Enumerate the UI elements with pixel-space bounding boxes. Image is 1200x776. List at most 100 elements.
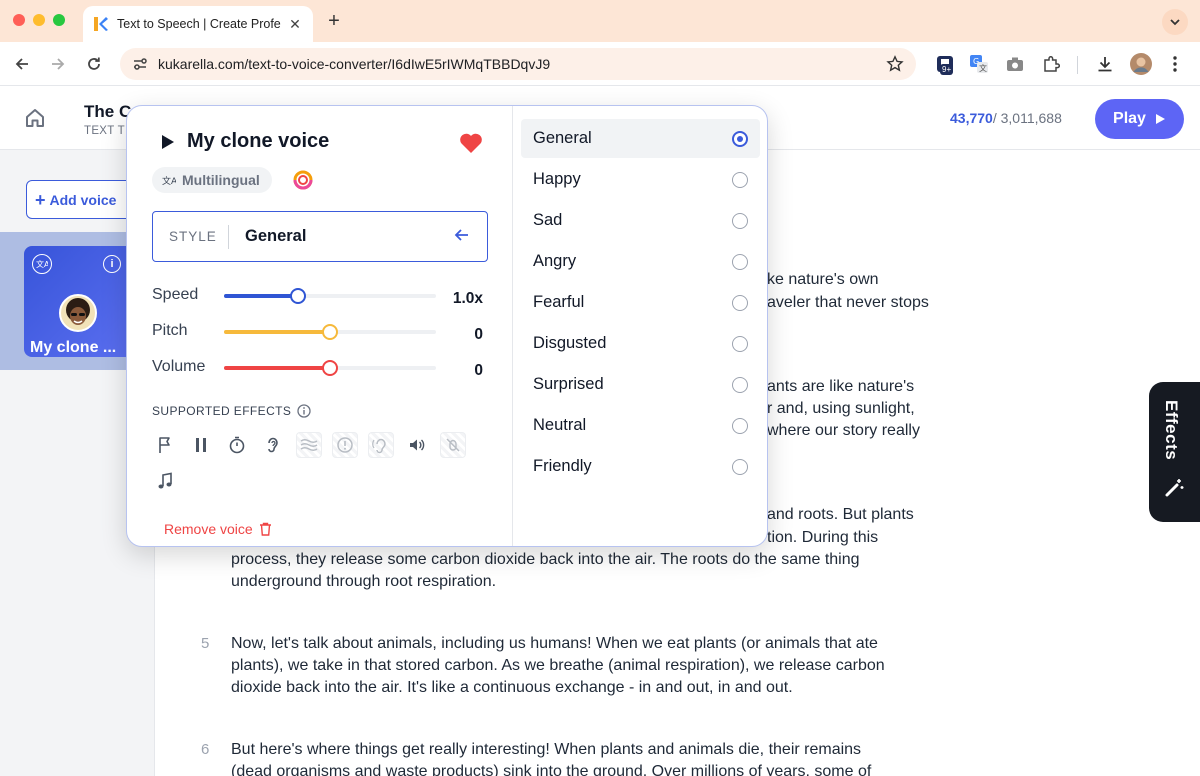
effects-panel-tab[interactable]: Effects: [1149, 382, 1200, 522]
timer-effect-icon[interactable]: [224, 432, 250, 458]
style-option-label: Sad: [533, 211, 563, 229]
paragraph-number: 5: [201, 635, 210, 652]
add-voice-label: Add voice: [49, 191, 117, 208]
style-option-label: Fearful: [533, 293, 585, 311]
play-button-label: Play: [1113, 110, 1146, 127]
browser-tab-active[interactable]: Text to Speech | Create Profe ✕: [83, 6, 313, 42]
style-option-label: Surprised: [533, 375, 604, 393]
paragraph-2-fragment-2[interactable]: aveler that never stops: [767, 292, 929, 314]
kukarella-favicon-icon: [94, 17, 108, 31]
svg-text:文A: 文A: [36, 259, 48, 269]
paragraph-5-line-3[interactable]: dioxide back into the air. It's like a c…: [231, 677, 793, 699]
favorite-heart-icon[interactable]: [459, 132, 483, 154]
address-bar[interactable]: kukarella.com/text-to-voice-converter/I6…: [120, 48, 916, 80]
downloads-button[interactable]: [1093, 52, 1117, 76]
style-option-label: Angry: [533, 252, 577, 270]
flag-effect-icon[interactable]: [152, 432, 178, 458]
style-option[interactable]: Angry: [521, 242, 760, 281]
paragraph-5-line-2[interactable]: plants), we take in that stored carbon. …: [231, 655, 885, 677]
style-option-radio[interactable]: [732, 418, 748, 434]
paragraph-3-fragment-2[interactable]: r and, using sunlight,: [767, 398, 915, 420]
style-option-radio[interactable]: [732, 131, 748, 147]
style-option-radio[interactable]: [732, 336, 748, 352]
speed-slider-handle[interactable]: [290, 288, 307, 304]
style-option[interactable]: General: [521, 119, 760, 158]
paragraph-6-line-2[interactable]: (dead organisms and waste products) sink…: [231, 761, 871, 776]
screenshot-extension-button[interactable]: [1003, 52, 1027, 76]
translate-extension-button[interactable]: G文: [967, 52, 991, 76]
site-settings-icon[interactable]: [132, 56, 148, 72]
supported-effects-heading: SUPPORTED EFFECTS: [152, 404, 311, 418]
style-option[interactable]: Fearful: [521, 283, 760, 322]
volume-slider[interactable]: [224, 360, 436, 376]
volume-slider-handle[interactable]: [322, 360, 338, 376]
paragraph-number: 6: [201, 741, 210, 758]
minimize-window-button[interactable]: [33, 14, 45, 26]
paragraph-3-fragment-3[interactable]: where our story really: [767, 420, 920, 442]
pitch-slider-handle[interactable]: [322, 324, 338, 340]
svg-text:文: 文: [979, 63, 987, 73]
forward-button[interactable]: [46, 52, 70, 76]
home-icon[interactable]: [24, 107, 46, 129]
paragraph-4-line-4[interactable]: underground through root respiration.: [231, 571, 496, 593]
preview-play-icon[interactable]: [161, 134, 175, 150]
paragraph-4-fragment-2[interactable]: tion. During this: [767, 527, 878, 549]
speed-label: Speed: [152, 286, 199, 303]
style-option[interactable]: Sad: [521, 201, 760, 240]
ear-effect-icon[interactable]: [260, 432, 286, 458]
counter-total: / 3,011,688: [992, 110, 1062, 126]
volume-effect-icon[interactable]: [404, 432, 430, 458]
pause-effect-icon[interactable]: [188, 432, 214, 458]
new-tab-button[interactable]: +: [324, 10, 344, 32]
style-option-radio[interactable]: [732, 459, 748, 475]
back-button[interactable]: [10, 52, 34, 76]
style-option-label: General: [533, 129, 592, 147]
music-note-effect-icon[interactable]: [152, 468, 178, 494]
close-window-button[interactable]: [13, 14, 25, 26]
tab-close-icon[interactable]: ✕: [287, 16, 303, 33]
style-option-radio[interactable]: [732, 172, 748, 188]
style-option-radio[interactable]: [732, 295, 748, 311]
browser-toolbar: kukarella.com/text-to-voice-converter/I6…: [0, 42, 1200, 86]
reload-button[interactable]: [82, 52, 106, 76]
info-icon[interactable]: [297, 404, 311, 418]
style-option[interactable]: Friendly: [521, 447, 760, 486]
voice-card[interactable]: 文A i My clone ...: [24, 246, 134, 357]
paragraph-4-line-3[interactable]: process, they release some carbon dioxid…: [231, 549, 860, 571]
style-option-radio[interactable]: [732, 213, 748, 229]
style-option[interactable]: Surprised: [521, 365, 760, 404]
add-voice-button[interactable]: + Add voice: [26, 180, 136, 219]
style-option[interactable]: Disgusted: [521, 324, 760, 363]
effects-label: Effects: [1162, 400, 1181, 461]
tab-search-button[interactable]: [1162, 9, 1188, 35]
voice-info-icon[interactable]: i: [103, 255, 121, 273]
pitch-slider[interactable]: [224, 324, 436, 340]
bookmark-star-icon[interactable]: [886, 55, 904, 73]
paragraph-3-fragment-1[interactable]: ants are like nature's: [767, 376, 914, 398]
pitch-value: 0: [474, 326, 483, 343]
multilingual-icon: 文A: [32, 254, 52, 274]
extensions-button[interactable]: [1039, 52, 1063, 76]
style-option-radio[interactable]: [732, 254, 748, 270]
paragraph-2-fragment-1[interactable]: ke nature's own: [767, 269, 879, 291]
browser-menu-button[interactable]: [1163, 52, 1187, 76]
paragraph-5-line-1[interactable]: Now, let's talk about animals, including…: [231, 633, 878, 655]
maximize-window-button[interactable]: [53, 14, 65, 26]
remove-voice-label: Remove voice: [164, 521, 253, 537]
speed-slider[interactable]: [224, 288, 436, 304]
style-option[interactable]: Happy: [521, 160, 760, 199]
style-selector[interactable]: STYLE General: [152, 211, 488, 262]
style-option-radio[interactable]: [732, 377, 748, 393]
speed-slider-fill: [224, 294, 299, 298]
remove-voice-button[interactable]: Remove voice: [164, 521, 272, 537]
play-button[interactable]: Play: [1095, 99, 1184, 139]
arrow-left-icon[interactable]: [453, 226, 471, 244]
voice-clone-badge-icon: [293, 170, 313, 190]
style-option[interactable]: Neutral: [521, 406, 760, 445]
paragraph-6-line-1[interactable]: But here's where things get really inter…: [231, 739, 861, 761]
paragraph-4-fragment-1[interactable]: and roots. But plants: [767, 504, 914, 526]
extension-badge: 9+: [940, 64, 954, 75]
profile-avatar[interactable]: [1129, 52, 1153, 76]
style-options-list: General Happy Sad Angry Fearful Disguste…: [513, 106, 767, 546]
volume-value: 0: [474, 362, 483, 379]
